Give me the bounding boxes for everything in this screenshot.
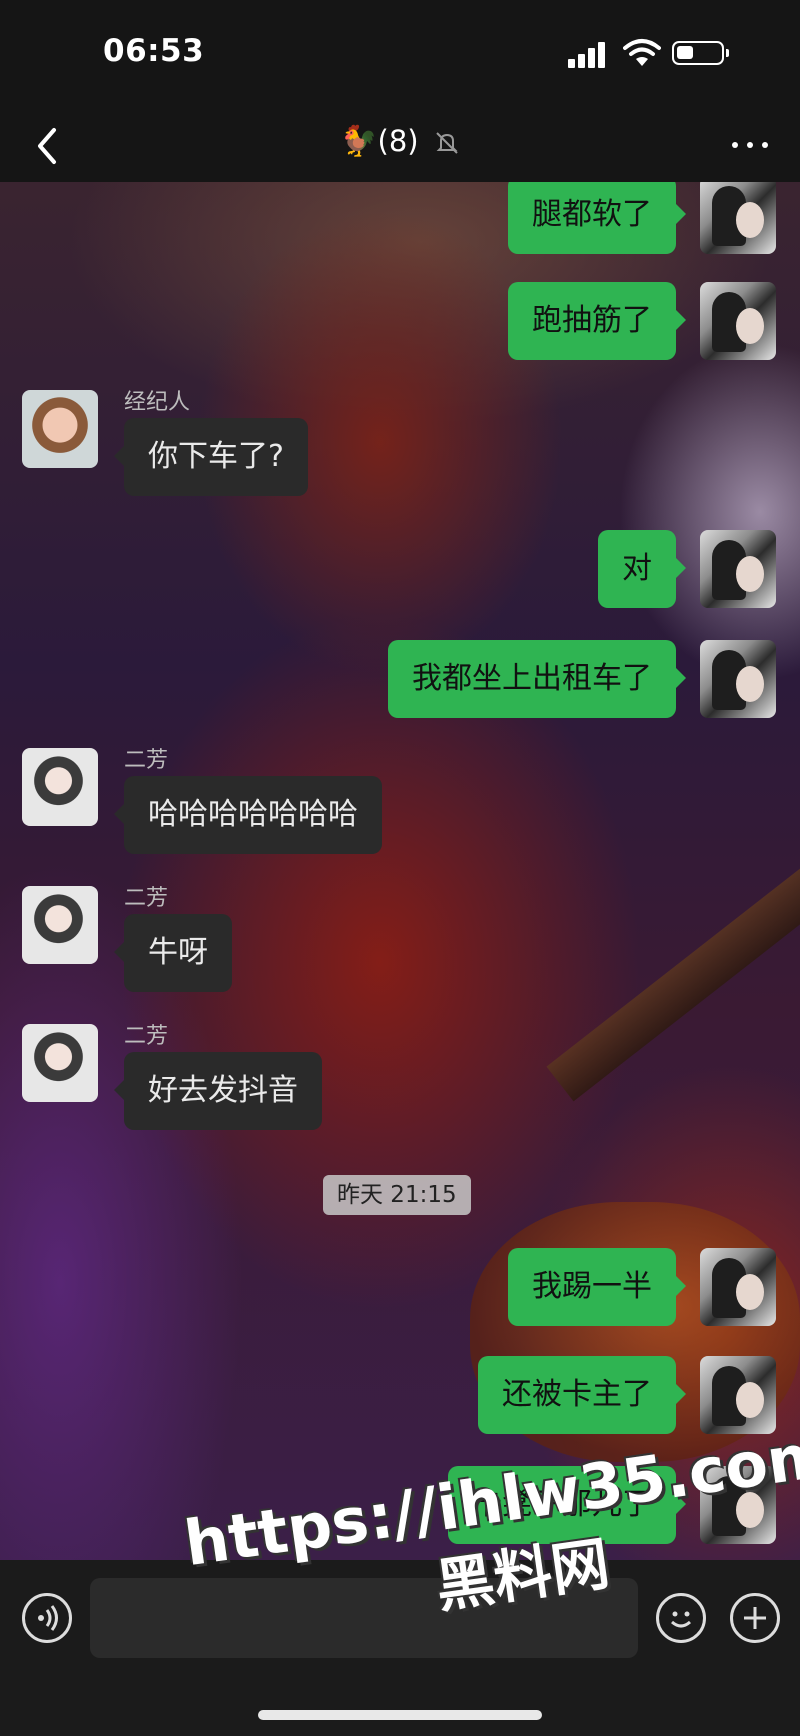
member-count: (8): [377, 124, 419, 158]
sender-name: 经纪人: [124, 390, 191, 415]
sender-name: 二芳: [124, 886, 169, 911]
my-avatar[interactable]: [700, 640, 776, 718]
message-bubble-out[interactable]: 腿都软了: [508, 182, 686, 254]
message-bubble-in[interactable]: 好去发抖音: [114, 1052, 322, 1130]
erfang-avatar[interactable]: [22, 748, 98, 826]
chat-area[interactable]: 腿都软了 跑抽筋了 经纪人 你下车了? 对 我都坐上出租车了 二芳 哈哈哈哈哈哈…: [0, 182, 800, 1560]
rooster-emoji: 🐓: [340, 124, 378, 159]
my-avatar[interactable]: [700, 1248, 776, 1326]
message-bubble-in[interactable]: 哈哈哈哈哈哈哈: [114, 776, 382, 854]
mute-bell-icon: [436, 132, 458, 154]
smiley-icon: [671, 1611, 691, 1628]
agent-avatar[interactable]: [22, 390, 98, 468]
status-time: 06:53: [103, 33, 205, 69]
more-options-icon[interactable]: [732, 134, 772, 154]
my-avatar[interactable]: [700, 530, 776, 608]
my-avatar[interactable]: [700, 1356, 776, 1434]
message-bubble-out[interactable]: 还被卡主了: [478, 1356, 686, 1434]
my-avatar[interactable]: [700, 282, 776, 360]
sender-name: 二芳: [124, 1024, 169, 1049]
add-attachment-icon[interactable]: [730, 1593, 780, 1643]
chat-timestamp: 昨天 21:15: [323, 1175, 471, 1215]
chat-title[interactable]: 🐓(8): [0, 124, 800, 159]
voice-wave-icon: [38, 1605, 58, 1631]
message-bubble-out[interactable]: 对: [598, 530, 686, 608]
wifi-icon: [623, 39, 661, 66]
sender-name: 二芳: [124, 748, 169, 773]
my-avatar[interactable]: [700, 182, 776, 254]
plus-icon: [744, 1607, 766, 1629]
message-bubble-in[interactable]: 你下车了?: [114, 418, 308, 496]
battery-icon: [672, 41, 729, 65]
signal-icon: [568, 40, 610, 68]
home-indicator: [258, 1710, 542, 1720]
background-guitar-neck: [546, 863, 800, 1102]
erfang-avatar[interactable]: [22, 1024, 98, 1102]
voice-input-icon[interactable]: [22, 1593, 72, 1643]
chat-header: 🐓(8): [0, 110, 800, 182]
message-bubble-in[interactable]: 牛呀: [114, 914, 232, 992]
status-bar: 06:53: [0, 0, 800, 110]
emoji-icon[interactable]: [656, 1593, 706, 1643]
erfang-avatar[interactable]: [22, 886, 98, 964]
message-bubble-out[interactable]: 跑抽筋了: [508, 282, 686, 360]
message-bubble-out[interactable]: 我都坐上出租车了: [388, 640, 686, 718]
message-bubble-out[interactable]: 我踢一半: [508, 1248, 686, 1326]
